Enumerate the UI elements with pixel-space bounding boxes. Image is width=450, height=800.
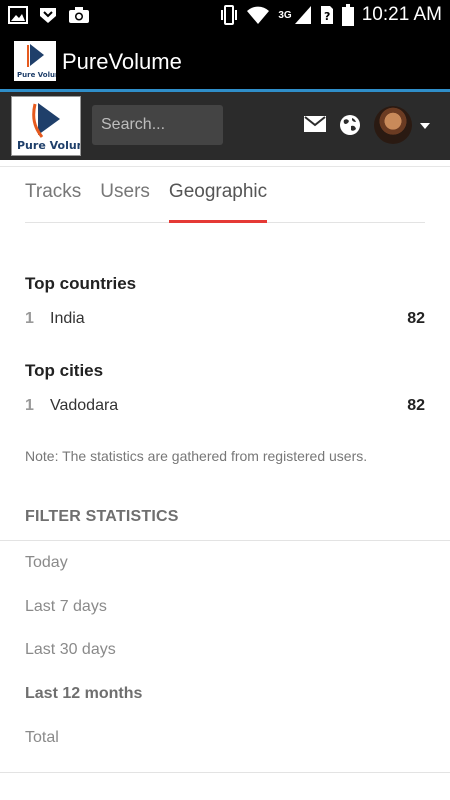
- filter-last-12-months[interactable]: Last 12 months: [25, 685, 142, 703]
- tab-users[interactable]: Users: [100, 178, 150, 223]
- filter-last-30-days[interactable]: Last 30 days: [25, 641, 116, 659]
- svg-text:?: ?: [324, 10, 330, 23]
- globe-icon[interactable]: [339, 114, 361, 136]
- stats-tabs: Tracks Users Geographic: [25, 178, 425, 223]
- filter-today[interactable]: Today: [25, 554, 68, 572]
- avatar[interactable]: [374, 106, 412, 144]
- city-name: Vadodara: [50, 397, 119, 414]
- svg-text:Pure Volume: Pure Volume: [17, 71, 56, 79]
- count: 82: [407, 310, 425, 327]
- search-input[interactable]: [92, 105, 223, 145]
- count: 82: [407, 397, 425, 414]
- mail-icon[interactable]: [304, 116, 326, 132]
- status-bar: 3G ? 10:21 AM: [0, 0, 450, 33]
- clock: 10:21 AM: [361, 4, 442, 25]
- site-header: Pure Volume: [0, 92, 450, 160]
- battery-icon: [341, 4, 354, 26]
- svg-text:Pure Volume: Pure Volume: [17, 139, 80, 152]
- divider: [0, 772, 450, 773]
- site-logo[interactable]: Pure Volume: [11, 96, 96, 156]
- top-countries-title: Top countries: [25, 274, 137, 293]
- statistics-note: Note: The statistics are gathered from r…: [25, 448, 368, 464]
- country-name: India: [50, 310, 85, 327]
- top-cities-title: Top cities: [25, 361, 104, 380]
- vibrate-icon: [221, 5, 238, 25]
- network-type: 3G: [278, 9, 292, 21]
- filter-last-7-days[interactable]: Last 7 days: [25, 598, 107, 616]
- signal-icon: [294, 6, 311, 24]
- app-logo: Pure Volume: [14, 41, 67, 81]
- wifi-icon: [247, 6, 270, 24]
- no-sim-icon: ?: [320, 6, 333, 24]
- tab-geographic[interactable]: Geographic: [168, 178, 268, 223]
- tab-tracks[interactable]: Tracks: [25, 178, 81, 223]
- image-icon: [8, 6, 28, 24]
- app-bar: Pure Volume PureVolume: [0, 33, 450, 89]
- divider: [0, 540, 450, 541]
- camera-icon: [69, 7, 89, 23]
- divider: [0, 166, 450, 167]
- rank: 1: [25, 397, 34, 414]
- chevron-down-icon[interactable]: [420, 123, 430, 129]
- filter-statistics-title: FILTER STATISTICS: [25, 508, 179, 525]
- purevolume-logo-icon: Pure Volume: [17, 103, 96, 152]
- notification-shield-icon: [40, 8, 56, 23]
- app-title: PureVolume: [62, 49, 182, 74]
- filter-total[interactable]: Total: [25, 729, 59, 747]
- purevolume-logo-icon: Pure Volume: [17, 44, 67, 79]
- rank: 1: [25, 310, 34, 327]
